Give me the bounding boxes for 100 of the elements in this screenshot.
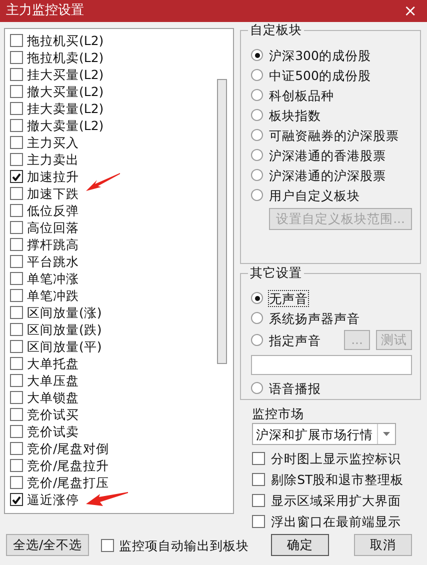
- checkbox[interactable]: [10, 493, 23, 506]
- radio-button[interactable]: [251, 382, 264, 394]
- arrow-icon: [85, 172, 121, 194]
- checkbox[interactable]: [10, 442, 23, 455]
- checkbox-label: 浮出窗口在最前端显示: [271, 514, 402, 530]
- checkbox[interactable]: [10, 408, 23, 421]
- radio-label: 板块指数: [269, 108, 322, 122]
- checkbox[interactable]: [10, 204, 23, 217]
- radio-button[interactable]: [251, 312, 264, 324]
- checkbox[interactable]: [10, 357, 23, 370]
- radio-button[interactable]: [251, 292, 264, 304]
- list-item-label: 竞价/尾盘打压: [27, 475, 110, 490]
- checkbox-label: 剔除ST股和退市整理板: [271, 472, 404, 488]
- checkbox-label: 监控项自动输出到板块: [119, 538, 250, 552]
- dropdown-value: 沪深和扩展市场行情: [255, 426, 374, 442]
- list-item-label: 单笔冲涨: [27, 271, 79, 286]
- radio-label: 可融资融券的沪深股票: [269, 128, 400, 142]
- checkbox[interactable]: [10, 221, 23, 234]
- list-item-label: 加速拉升: [27, 169, 79, 184]
- checkbox[interactable]: [10, 272, 23, 285]
- checkbox[interactable]: [10, 238, 23, 251]
- checkbox[interactable]: [252, 473, 266, 486]
- checkbox[interactable]: [10, 136, 23, 149]
- list-item-label: 挂大买量(L2): [27, 67, 104, 82]
- list-item-label: 拖拉机买(L2): [27, 33, 104, 48]
- checkbox[interactable]: [252, 452, 266, 466]
- list-item-label: 区间放量(涨): [27, 305, 102, 320]
- select-all-button[interactable]: 全选/全不选: [6, 534, 90, 556]
- radio-label: 科创板品种: [269, 88, 334, 102]
- checkbox[interactable]: [10, 391, 23, 404]
- checkbox[interactable]: [252, 515, 266, 528]
- checkbox-label: 分时图上显示监控标识: [271, 451, 402, 466]
- checkbox[interactable]: [10, 170, 23, 183]
- radio-button[interactable]: [251, 89, 264, 101]
- checkbox[interactable]: [10, 102, 23, 115]
- caret-icon: [383, 432, 390, 436]
- arrow-icon: [85, 491, 129, 507]
- checkbox[interactable]: [10, 425, 23, 438]
- radio-label: 中证500的成份股: [269, 68, 371, 82]
- checkbox[interactable]: [10, 68, 23, 81]
- radio-label: 用户自定义板块: [269, 188, 360, 202]
- checkbox[interactable]: [10, 323, 23, 336]
- list-item-label: 挂大卖量(L2): [27, 101, 104, 116]
- checkbox[interactable]: [10, 459, 23, 472]
- list-item-label: 竞价/尾盘拉升: [27, 458, 110, 473]
- checkbox[interactable]: [10, 306, 23, 319]
- radio-button[interactable]: [251, 129, 264, 141]
- radio-label: 系统扬声器声音: [269, 310, 360, 326]
- radio-label: 指定声音: [269, 332, 322, 348]
- list-item-label: 区间放量(平): [27, 339, 102, 354]
- list-item-label: 主力买入: [27, 135, 79, 150]
- checkbox[interactable]: [10, 476, 23, 489]
- checkbox[interactable]: [10, 85, 23, 98]
- list-item-label: 大单锁盘: [27, 390, 79, 405]
- list-item-label: 撑杆跳高: [27, 237, 79, 252]
- radio-label: 沪深港通的沪深股票: [269, 168, 386, 182]
- radio-button[interactable]: [251, 169, 264, 181]
- cancel-button[interactable]: 取消: [354, 534, 412, 556]
- radio-label: 沪深港通的香港股票: [269, 148, 386, 162]
- checkbox[interactable]: [10, 255, 23, 268]
- checkbox[interactable]: [10, 340, 23, 353]
- ok-button[interactable]: 确定: [271, 534, 330, 556]
- list-item-label: 撤大买量(L2): [27, 84, 104, 99]
- close-button[interactable]: ×: [400, 1, 421, 21]
- list-item-label: 逼近涨停: [27, 492, 79, 507]
- radio-label: 沪深300的成份股: [269, 48, 371, 62]
- checkbox[interactable]: [10, 119, 23, 132]
- sound-file-field[interactable]: [251, 355, 412, 376]
- list-item-label: 加速下跌: [27, 186, 79, 201]
- checkbox[interactable]: [10, 374, 23, 387]
- list-item-label: 竞价试买: [27, 407, 79, 422]
- window-title: 主力监控设置: [6, 3, 84, 19]
- market-dropdown[interactable]: 沪深和扩展市场行情: [252, 423, 396, 445]
- checkbox[interactable]: [252, 494, 266, 508]
- list-item-label: 低位反弹: [27, 203, 79, 218]
- group-title: 自定板块: [248, 22, 304, 37]
- checkbox-label: 显示区域采用扩大界面: [271, 493, 402, 508]
- list-item-label: 撤大卖量(L2): [27, 118, 104, 133]
- radio-button[interactable]: [251, 334, 264, 346]
- radio-button[interactable]: [251, 189, 264, 201]
- radio-button[interactable]: [251, 149, 264, 161]
- list-item-label: 高位回落: [27, 220, 79, 235]
- field-label: 监控市场: [252, 406, 306, 421]
- scrollbar[interactable]: [217, 79, 228, 364]
- checkbox[interactable]: [10, 187, 23, 200]
- radio-label: 无声音: [269, 290, 308, 306]
- radio-button[interactable]: [251, 69, 264, 81]
- checkbox[interactable]: [10, 153, 23, 166]
- list-item-label: 平台跳水: [27, 254, 79, 269]
- list-item-label: 主力卖出: [27, 152, 79, 167]
- checkbox[interactable]: [10, 34, 23, 47]
- radio-button[interactable]: [251, 49, 264, 61]
- list-item-label: 竞价试卖: [27, 424, 79, 439]
- list-item-label: 大单托盘: [27, 356, 79, 371]
- checkbox[interactable]: [10, 289, 23, 302]
- list-item-label: 竞价/尾盘对倒: [27, 441, 110, 456]
- radio-button[interactable]: [251, 109, 264, 121]
- checkbox[interactable]: [10, 51, 23, 64]
- checkbox[interactable]: [101, 538, 114, 552]
- list-item-label: 单笔冲跌: [27, 288, 79, 303]
